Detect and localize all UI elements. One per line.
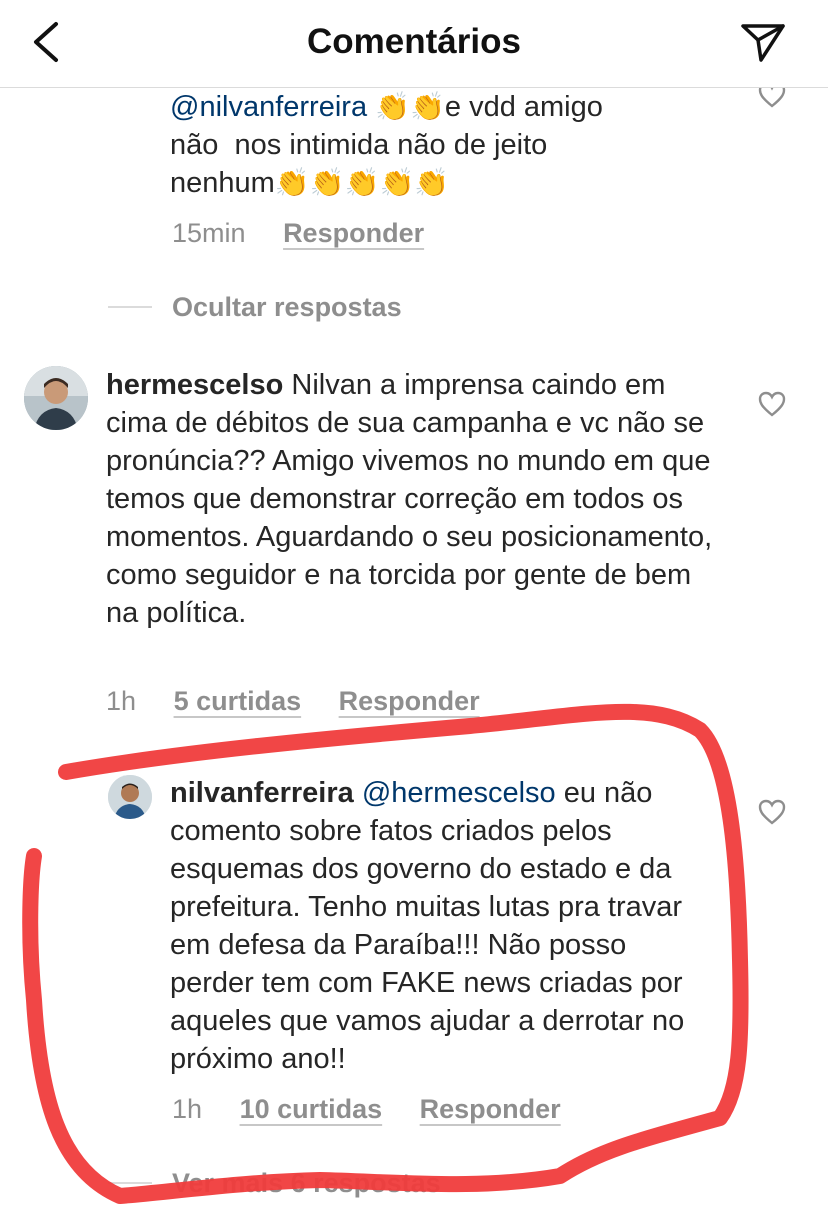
timestamp: 1h (106, 686, 137, 716)
reply-body: eu não comento sobre fatos criados pelos… (170, 777, 685, 1075)
clapping-hands-icon: 👏 (379, 167, 415, 198)
avatar[interactable] (108, 775, 152, 819)
comment-text: hermescelso Nilvan a imprensa caindo em … (106, 366, 716, 632)
username[interactable]: nilvanferreira (170, 777, 354, 809)
paper-plane-icon[interactable] (740, 22, 786, 64)
hide-replies-button[interactable]: Ocultar respostas (172, 292, 402, 323)
comment-body: Nilvan a imprensa caindo em cima de débi… (106, 369, 713, 629)
clapping-hands-icon: 👏 (414, 167, 450, 198)
avatar-photo (24, 366, 88, 430)
mention-link[interactable]: @nilvanferreira (170, 91, 367, 123)
clapping-hands-icon: 👏 (274, 167, 310, 198)
clapping-hands-icon: 👏 (309, 167, 345, 198)
comment-meta: 1h 5 curtidas Responder (106, 686, 480, 717)
reply-meta: 15min Responder (172, 218, 424, 249)
heart-icon[interactable] (758, 391, 786, 417)
header-bar: Comentários (0, 0, 828, 88)
divider (108, 1182, 152, 1184)
page-title: Comentários (307, 22, 521, 61)
clapping-hands-icon: 👏 (410, 91, 445, 122)
mention-link[interactable]: @hermescelso (362, 777, 556, 809)
clapping-hands-icon: 👏 (375, 91, 411, 122)
likes-count[interactable]: 10 curtidas (240, 1094, 383, 1124)
view-more-replies-button[interactable]: Ver mais 6 respostas (172, 1168, 441, 1199)
reply-text-a: e vdd amigo (444, 91, 603, 123)
reply-text: nilvanferreira @hermescelso eu não comen… (170, 774, 710, 1078)
reply-text-b: não nos intimida não de jeito (170, 129, 548, 161)
clapping-hands-icon: 👏 (344, 167, 380, 198)
avatar[interactable] (24, 366, 88, 430)
heart-icon[interactable] (758, 88, 786, 108)
reply-button[interactable]: Responder (339, 686, 480, 716)
timestamp: 1h (172, 1094, 203, 1124)
comments-list[interactable]: @nilvanferreira 👏👏e vdd amigo não nos in… (0, 88, 828, 1225)
heart-icon[interactable] (758, 799, 786, 825)
reply-button[interactable]: Responder (283, 218, 424, 248)
reply-button[interactable]: Responder (420, 1094, 561, 1124)
avatar-photo (108, 775, 152, 819)
reply-text-c: nenhum (170, 167, 275, 199)
reply-text: @nilvanferreira 👏👏e vdd amigo não nos in… (170, 88, 730, 202)
timestamp: 15min (172, 218, 246, 248)
username[interactable]: hermescelso (106, 369, 283, 401)
likes-count[interactable]: 5 curtidas (174, 686, 302, 716)
reply-meta: 1h 10 curtidas Responder (172, 1094, 561, 1125)
divider (108, 306, 152, 308)
